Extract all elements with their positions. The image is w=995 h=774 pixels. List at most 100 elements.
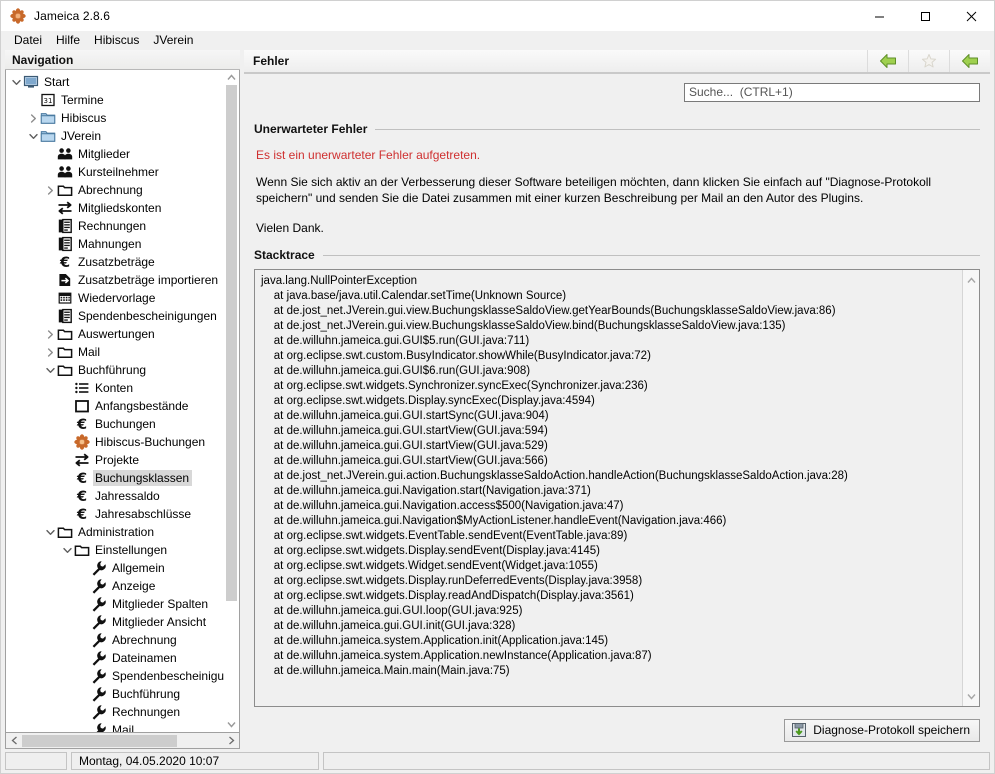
chevron-right-icon[interactable] [27, 113, 40, 123]
nav-item-projekte[interactable]: Projekte [6, 451, 224, 469]
nav-item-auswertungen[interactable]: Auswertungen [6, 325, 224, 343]
menu-datei[interactable]: Datei [7, 32, 49, 49]
window-controls [856, 1, 994, 31]
nav-item-label: Anzeige [112, 579, 156, 593]
nav-item-spendenbescheinigun[interactable]: Spendenbescheinigun [6, 667, 224, 685]
nav-item-buchführung[interactable]: Buchführung [6, 685, 224, 703]
favorite-button[interactable] [908, 50, 949, 72]
folder-icon [40, 110, 56, 126]
wrench-icon [91, 722, 107, 732]
chevron-down-icon[interactable] [44, 528, 57, 537]
nav-item-label: Administration [78, 525, 155, 539]
close-button[interactable] [948, 1, 994, 31]
title-bar: Jameica 2.8.6 [1, 1, 994, 31]
stacktrace-scroll-up-icon[interactable] [963, 272, 979, 288]
nav-item-abrechnung[interactable]: Abrechnung [6, 181, 224, 199]
save-diagnostic-log-button[interactable]: Diagnose-Protokoll speichern [784, 718, 980, 742]
folder-open-outline-icon [57, 362, 73, 378]
euro-icon: € [74, 416, 90, 432]
maximize-button[interactable] [902, 1, 948, 31]
forward-button[interactable] [949, 50, 990, 72]
stacktrace-heading: Stacktrace [254, 248, 315, 262]
chevron-right-icon[interactable] [44, 329, 57, 339]
hscroll-thumb[interactable] [22, 734, 177, 747]
nav-item-label: Mail [78, 345, 101, 359]
nav-item-mahnungen[interactable]: Mahnungen [6, 235, 224, 253]
navigation-horizontal-scrollbar[interactable] [5, 733, 240, 749]
nav-item-label: Rechnungen [112, 705, 181, 719]
stacktrace-vertical-scrollbar[interactable] [962, 270, 979, 706]
wrench-icon [91, 686, 107, 702]
nav-item-label: Kursteilnehmer [78, 165, 159, 179]
navigation-vertical-scrollbar[interactable] [224, 70, 239, 732]
nav-item-zusatzbeträge-importieren[interactable]: Zusatzbeträge importieren [6, 271, 224, 289]
nav-item-konten[interactable]: Konten [6, 379, 224, 397]
nav-item-allgemein[interactable]: Allgemein [6, 559, 224, 577]
nav-item-jverein[interactable]: JVerein [6, 127, 224, 145]
list-icon [74, 380, 90, 396]
jameica-flower-icon [10, 8, 26, 24]
stacktrace-scroll-down-icon[interactable] [963, 688, 979, 704]
nav-item-termine[interactable]: 31 Termine [6, 91, 224, 109]
content-title: Fehler [253, 54, 290, 68]
nav-item-kursteilnehmer[interactable]: Kursteilnehmer [6, 163, 224, 181]
scroll-up-icon[interactable] [224, 70, 239, 85]
chevron-down-icon[interactable] [27, 132, 40, 141]
menu-bar: Datei Hilfe Hibiscus JVerein [1, 31, 994, 50]
nav-item-buchungen[interactable]: € Buchungen [6, 415, 224, 433]
nav-item-rechnungen[interactable]: Rechnungen [6, 703, 224, 721]
nav-item-wiedervorlage[interactable]: Wiedervorlage [6, 289, 224, 307]
save-button-label: Diagnose-Protokoll speichern [813, 723, 970, 737]
nav-item-label: Dateinamen [112, 651, 177, 665]
hscroll-track[interactable] [22, 734, 223, 748]
scroll-left-icon[interactable] [6, 734, 22, 748]
nav-item-dateinamen[interactable]: Dateinamen [6, 649, 224, 667]
nav-item-mitglieder-spalten[interactable]: Mitglieder Spalten [6, 595, 224, 613]
minimize-button[interactable] [856, 1, 902, 31]
svg-text:€: € [59, 255, 70, 270]
scroll-down-icon[interactable] [224, 717, 239, 732]
menu-jverein[interactable]: JVerein [146, 32, 200, 49]
chevron-down-icon[interactable] [61, 546, 74, 555]
nav-item-administration[interactable]: Administration [6, 523, 224, 541]
stacktrace-text[interactable]: java.lang.NullPointerException at java.b… [255, 270, 963, 706]
nav-item-mail[interactable]: Mail [6, 721, 224, 732]
nav-item-zusatzbeträge[interactable]: € Zusatzbeträge [6, 253, 224, 271]
scroll-right-icon[interactable] [223, 734, 239, 748]
nav-item-mitgliedskonten[interactable]: Mitgliedskonten [6, 199, 224, 217]
document-icon [57, 308, 73, 324]
navigation-scroll-thumb[interactable] [226, 85, 237, 602]
nav-item-hibiscus-buchungen[interactable]: Hibiscus-Buchungen [6, 433, 224, 451]
nav-item-abrechnung[interactable]: Abrechnung [6, 631, 224, 649]
chevron-right-icon[interactable] [44, 185, 57, 195]
nav-item-anzeige[interactable]: Anzeige [6, 577, 224, 595]
nav-item-hibiscus[interactable]: Hibiscus [6, 109, 224, 127]
navigation-panel: Navigation Start 31 Termine Hibiscus JVerein… [5, 50, 240, 749]
svg-text:31: 31 [44, 97, 53, 105]
nav-item-mitglieder[interactable]: Mitglieder [6, 145, 224, 163]
nav-item-anfangsbestände[interactable]: Anfangsbestände [6, 397, 224, 415]
menu-hibiscus[interactable]: Hibiscus [87, 32, 146, 49]
chevron-down-icon[interactable] [44, 366, 57, 375]
navigation-tree[interactable]: Start 31 Termine Hibiscus JVerein Mitglieder K… [6, 70, 224, 732]
nav-item-label: Buchführung [112, 687, 181, 701]
nav-item-buchungsklassen[interactable]: € Buchungsklassen [6, 469, 224, 487]
document-icon [57, 236, 73, 252]
nav-item-jahressaldo[interactable]: € Jahressaldo [6, 487, 224, 505]
back-button[interactable] [867, 50, 908, 72]
nav-item-label: Mitglieder Ansicht [112, 615, 207, 629]
chevron-down-icon[interactable] [10, 78, 23, 87]
nav-item-label: Termine [61, 93, 104, 107]
menu-hilfe[interactable]: Hilfe [49, 32, 87, 49]
content-panel: Fehler Suche... (CTRL+1) Unerwarteter Fe… [244, 50, 990, 749]
nav-item-mail[interactable]: Mail [6, 343, 224, 361]
search-input[interactable] [684, 82, 980, 102]
nav-item-start[interactable]: Start [6, 73, 224, 91]
nav-item-mitglieder-ansicht[interactable]: Mitglieder Ansicht [6, 613, 224, 631]
nav-item-spendenbescheinigungen[interactable]: Spendenbescheinigungen [6, 307, 224, 325]
nav-item-rechnungen[interactable]: Rechnungen [6, 217, 224, 235]
nav-item-jahresabschlüsse[interactable]: € Jahresabschlüsse [6, 505, 224, 523]
nav-item-buchführung[interactable]: Buchführung [6, 361, 224, 379]
nav-item-einstellungen[interactable]: Einstellungen [6, 541, 224, 559]
chevron-right-icon[interactable] [44, 347, 57, 357]
